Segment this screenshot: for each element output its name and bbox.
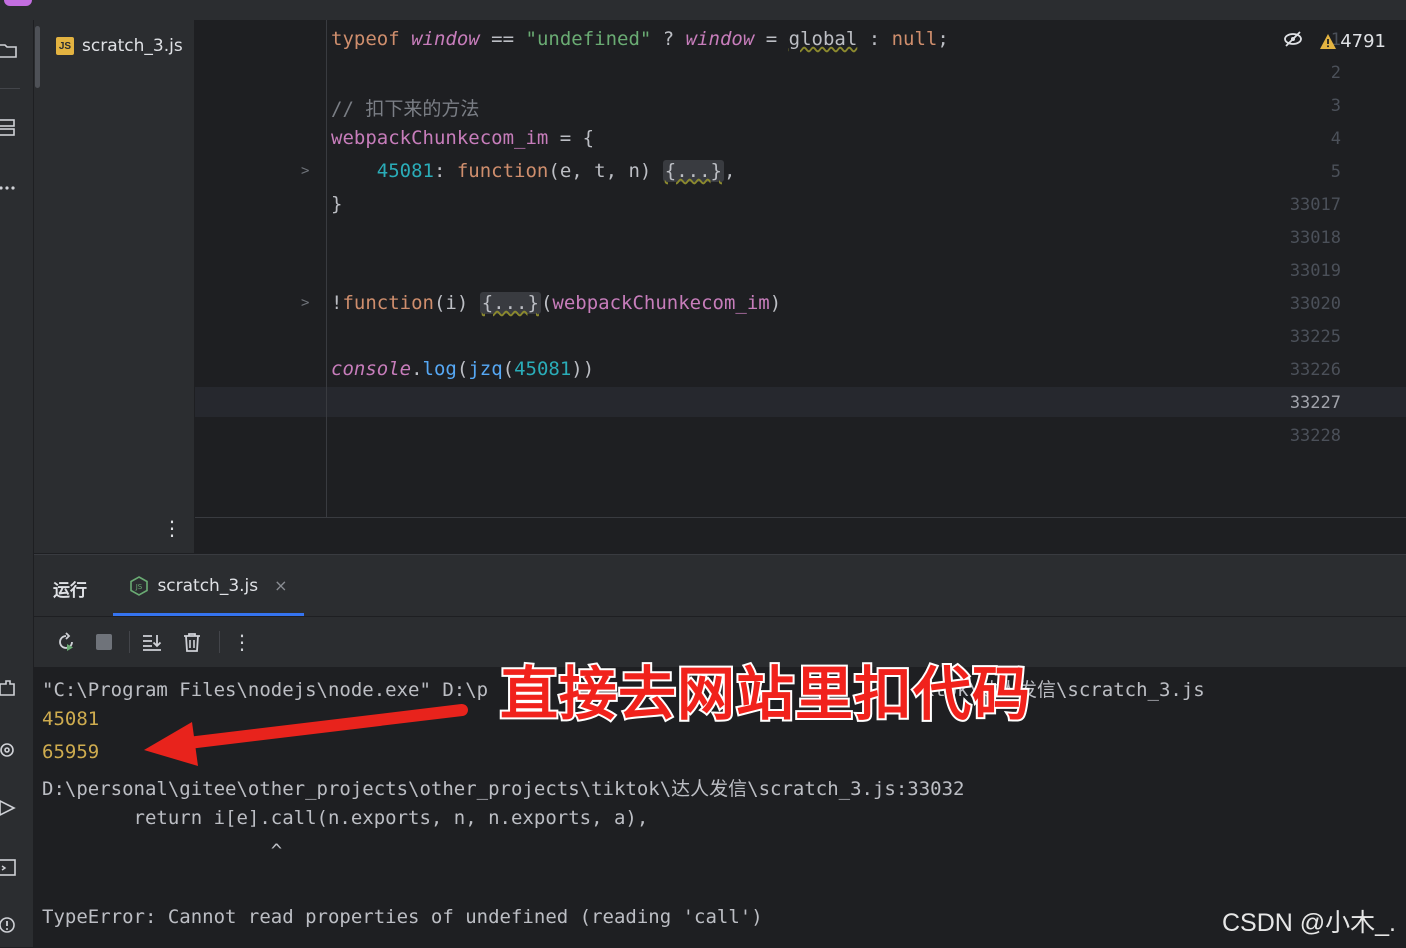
warnings-indicator[interactable]: 4791: [1319, 31, 1386, 52]
nodejs-icon: JS: [130, 575, 149, 596]
stop-icon[interactable]: [92, 630, 116, 654]
current-line-number: 33227: [1289, 393, 1341, 413]
fold-chevron-icon[interactable]: >: [301, 163, 309, 179]
line-number: 33228: [1289, 426, 1341, 446]
console-line: ^: [42, 840, 283, 862]
toolbar-separator: [219, 631, 220, 653]
line-number: 2: [1330, 63, 1341, 83]
line-number: 33018: [1289, 228, 1341, 248]
file-item-scratch-3[interactable]: JS scratch_3.js: [56, 36, 183, 56]
current-line-highlight: [195, 387, 1406, 417]
fold-chevron-icon[interactable]: >: [301, 295, 309, 311]
console-line: return i[e].call(n.exports, n, n.exports…: [42, 807, 649, 829]
annotation-text: 直接去网站里扣代码: [498, 660, 1032, 728]
line-number: 3: [1330, 96, 1341, 116]
line-number: 5: [1330, 162, 1341, 182]
app-logo: [4, 0, 32, 6]
line-number: 33225: [1289, 327, 1341, 347]
reader-mode-eye-icon[interactable]: [1283, 30, 1303, 53]
line-number: 33226: [1289, 360, 1341, 380]
run-tab-scratch-3[interactable]: JS scratch_3.js ×: [113, 555, 304, 616]
console-line: 45081: [42, 708, 100, 730]
toolbar-separator: [129, 631, 130, 653]
code-line: webpackChunkecom_im = {: [331, 127, 595, 149]
code-editor[interactable]: 1 2 3 4 5 33017 33018 33019 33020 33225 …: [195, 20, 1406, 517]
terminal-icon[interactable]: [0, 858, 18, 878]
svg-text:JS: JS: [135, 583, 143, 591]
run-panel-header: 运行 JS scratch_3.js ×: [34, 555, 1406, 617]
line-number: 33019: [1289, 261, 1341, 281]
console-line: 65959: [42, 741, 100, 763]
run-tab-label: scratch_3.js: [157, 575, 259, 596]
folded-code-block[interactable]: {...}: [479, 292, 541, 314]
rerun-icon[interactable]: [54, 630, 78, 654]
line-number-gutter: [195, 20, 327, 517]
file-panel: JS scratch_3.js ⋮: [34, 20, 195, 553]
code-line: !function(i) {...} (webpackChunkecom_im): [331, 292, 782, 314]
run-icon[interactable]: [0, 798, 18, 818]
annotation-arrow: [144, 704, 468, 766]
file-item-label: scratch_3.js: [82, 36, 183, 56]
scroll-to-end-icon[interactable]: [140, 630, 164, 654]
clear-console-trash-icon[interactable]: [180, 630, 204, 654]
folder-icon[interactable]: [0, 40, 18, 60]
file-panel-scrollbar[interactable]: [35, 26, 40, 88]
editor-indicators: 4791: [1283, 30, 1386, 53]
line-number: 33020: [1289, 294, 1341, 314]
line-number: 33017: [1289, 195, 1341, 215]
active-tab-underline: [113, 613, 304, 616]
warning-icon: [1320, 33, 1337, 49]
code-comment: // 扣下来的方法: [331, 98, 480, 120]
title-bar: [0, 0, 1406, 21]
editor-bottom-area: [195, 517, 1406, 554]
services-icon[interactable]: [0, 740, 18, 760]
problems-icon[interactable]: [0, 915, 18, 935]
more-actions-icon[interactable]: ⋮: [230, 630, 254, 654]
plugins-icon[interactable]: [0, 678, 18, 698]
code-line: typeof window == "undefined" ? window = …: [331, 28, 949, 50]
structure-icon[interactable]: [0, 118, 18, 138]
code-line: }: [331, 193, 343, 215]
warning-count: 4791: [1340, 31, 1386, 52]
strip-divider: [0, 88, 20, 89]
close-tab-icon[interactable]: ×: [274, 576, 287, 595]
console-line: D:\personal\gitee\other_projects\other_p…: [42, 778, 965, 800]
code-line: console.log(jzq(45081)): [331, 358, 595, 380]
line-number: 4: [1330, 129, 1341, 149]
run-panel-title: 运行: [53, 581, 87, 601]
javascript-file-icon: JS: [56, 37, 74, 55]
left-tool-strip: [0, 20, 34, 947]
folded-code-block[interactable]: {...}: [662, 160, 724, 182]
console-line: TypeError: Cannot read properties of und…: [42, 906, 763, 928]
code-line: 45081: function(e, t, n) {...},: [376, 160, 736, 182]
watermark: CSDN @小木_.: [1221, 909, 1396, 937]
more-tools-icon[interactable]: [0, 178, 18, 198]
file-panel-more-icon[interactable]: ⋮: [162, 516, 182, 540]
